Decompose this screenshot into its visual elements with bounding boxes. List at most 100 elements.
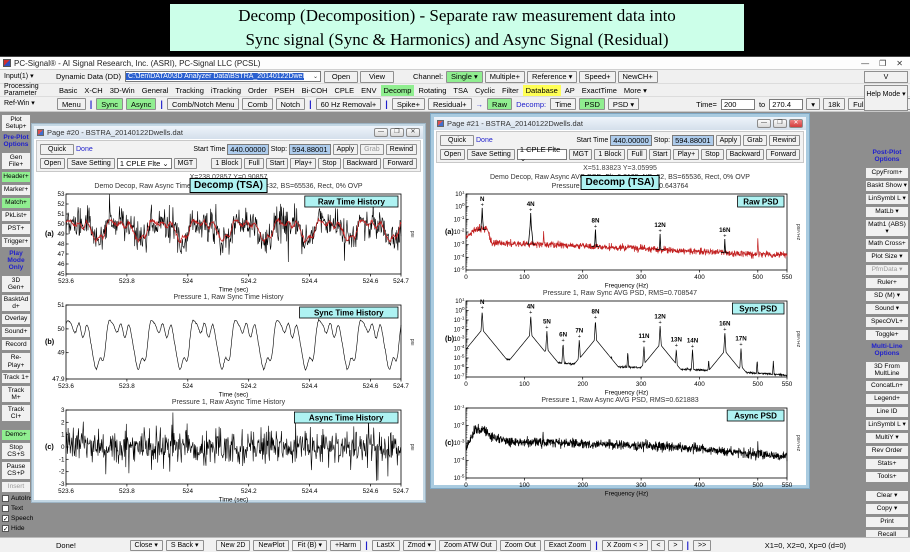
stop-field[interactable]: 594.88001 [672,135,713,146]
tab-more[interactable]: More ▾ [621,85,650,96]
tab-exacttime[interactable]: ExactTime [579,85,620,96]
bottombar-harm-button[interactable]: +Harm [330,540,361,551]
sidebar-insert-button[interactable]: Insert [1,481,31,493]
forward-button[interactable]: Forward [766,149,800,160]
page21-titlebar[interactable]: Page #21 - BSTRA_20140122Dwells.dat — ❐ … [434,117,806,130]
channel-single-button[interactable]: Single ▾ [446,71,483,83]
tab-decomp[interactable]: Decomp [381,85,415,96]
data-file-combo[interactable]: C:\Jen\DATA0\3D Analyzer Data\BSTRA_2014… [125,71,321,82]
refwin-comb-button[interactable]: Comb [242,98,272,110]
tab-rotating[interactable]: Rotating [415,85,449,96]
postplot-tools-button[interactable]: Tools+ [865,471,909,483]
sidebar-sound-button[interactable]: Sound+ [1,326,31,338]
chevron-down-icon[interactable]: ⌄ [311,73,320,80]
minimize-button[interactable]: — [861,59,869,68]
page21-close-button[interactable]: ✕ [789,119,803,128]
bottombar-newplot-button[interactable]: NewPlot [253,540,289,551]
postplot-cpyfrom-button[interactable]: CpyFrom+ [865,167,909,179]
plot-sync-psd[interactable]: 0100200300400500550Frequency (Hz)10-710-… [438,298,806,396]
tab-cple[interactable]: CPLE [331,85,357,96]
start-time-field[interactable]: 440.00000 [610,135,651,146]
postplot-clear-button[interactable]: Clear ▾ [865,490,909,502]
stop-button[interactable]: Stop [318,158,340,169]
sidebar-record-button[interactable]: Record [1,339,31,351]
tab-tracking[interactable]: Tracking [172,85,206,96]
sidebar-gen-file-button[interactable]: Gen File+ [1,152,31,170]
sidebar-match-button[interactable]: Match+ [1,197,31,209]
full-button[interactable]: Full [244,158,263,169]
page20-titlebar[interactable]: Page #20 - BSTRA_20140122Dwells.dat — ❐ … [34,126,423,139]
open-button[interactable]: Open [40,158,65,169]
bottombar-zoom-out-button[interactable]: Zoom Out [500,540,541,551]
postplot-ruler-button[interactable]: Ruler+ [865,277,909,289]
postplot-3d-from-multline-button[interactable]: 3D From MultLine [865,361,909,379]
bottombar-zmod-button[interactable]: Zmod ▾ [403,540,436,551]
page21-maximize-button[interactable]: ❐ [773,119,787,128]
refwin-comb-notch-menu-button[interactable]: Comb/Notch Menu [167,98,240,110]
tab-pseh[interactable]: PSEH [271,85,297,96]
page20-close-button[interactable]: ✕ [406,128,420,137]
save-setting-button[interactable]: Save Setting [67,158,115,169]
sidebar-header-button[interactable]: Header+ [1,171,31,183]
sidebar-track-1-button[interactable]: Track 1+ [1,372,31,384]
refwin-time-button[interactable]: Time [550,98,576,110]
postplot-stats-button[interactable]: Stats+ [865,458,909,470]
tab-general[interactable]: General [139,85,172,96]
checkbox-icon[interactable] [2,495,9,502]
refwin--button[interactable]: ▾ [806,98,820,110]
plot-sync-time-history[interactable]: 523.6523.8524524.2524.4524.6524.7Time (s… [38,302,423,398]
refwin-input-200[interactable]: 200 [721,99,755,110]
sidebar-overlay-button[interactable]: Overlay [1,313,31,325]
refwin-60-hz-removal-button[interactable]: 60 Hz Removal+ [316,98,382,110]
page20-maximize-button[interactable]: ❐ [390,128,404,137]
page20-minimize-button[interactable]: — [374,128,388,137]
refwin-residual-button[interactable]: Residual+ [428,98,472,110]
plot-raw-psd[interactable]: 0100200300400500550Frequency (Hz)10-510-… [438,191,806,289]
filter-select[interactable]: 1 CPLE Flte ⌄ [117,158,172,169]
mgt-button[interactable]: MGT [174,158,198,169]
help-mode-button[interactable]: Help Mode ▾ [864,85,908,111]
apply-button[interactable]: Apply [333,144,359,155]
plot-async-time-history[interactable]: 523.6523.8524524.2524.4524.6524.7Time (s… [38,407,423,503]
play-button[interactable]: Play+ [673,149,699,160]
sidebar-marker-button[interactable]: Marker+ [1,184,31,196]
channel-reference-button[interactable]: Reference ▾ [527,71,577,83]
postplot-toggle-button[interactable]: Toggle+ [865,329,909,341]
bottombar--button[interactable]: < [651,540,665,551]
tab-x-ch[interactable]: X-CH [81,85,105,96]
refwin-psd-button[interactable]: PSD ▾ [608,98,639,110]
refwin-input-270-4[interactable]: 270.4 [769,99,803,110]
refwin-raw-button[interactable]: Raw [487,98,512,110]
postplot-sd-m-button[interactable]: SD (M) ▾ [865,290,909,302]
sidebar-checkbox-hide[interactable]: ✓Hide [1,524,31,533]
postplot-pfmdata-button[interactable]: PfmData ▾ [865,264,909,276]
mgt-button[interactable]: MGT [569,149,593,160]
refwin-menu-button[interactable]: Menu [57,98,86,110]
refwin-sync-button[interactable]: Sync [96,98,123,110]
postplot-copy-button[interactable]: Copy ▾ [865,503,909,515]
channel-speed-button[interactable]: Speed+ [579,71,615,83]
refwin-selector[interactable]: Ref-Win ▾ [2,100,56,107]
page21-minimize-button[interactable]: — [757,119,771,128]
sidebar-re-play-button[interactable]: Re-Play+ [1,352,31,370]
open-button[interactable]: Open [324,71,358,83]
forward-button[interactable]: Forward [383,158,417,169]
postplot-rev-order-button[interactable]: Rev Order [865,445,909,457]
tab-filter[interactable]: Filter [499,85,522,96]
bottombar--button[interactable]: > [668,540,682,551]
maximize-button[interactable]: ❐ [879,59,886,68]
refwin-spike-button[interactable]: Spike+ [392,98,425,110]
postplot-specovl-button[interactable]: SpecOVL+ [865,316,909,328]
tab-tsa[interactable]: TSA [450,85,471,96]
tab-database[interactable]: Database [523,85,561,96]
postplot-sound-button[interactable]: Sound ▾ [865,303,909,315]
open-button[interactable]: Open [440,149,465,160]
tab-order[interactable]: Order [245,85,270,96]
rewind-button[interactable]: Rewind [386,144,417,155]
refwin-async-button[interactable]: Async [126,98,156,110]
tab-ap[interactable]: AP [562,85,578,96]
sidebar-pst-button[interactable]: PST+ [1,223,31,235]
save-setting-button[interactable]: Save Setting [467,149,515,160]
one-block-button[interactable]: 1 Block [211,158,242,169]
stop-field[interactable]: 594.88001 [289,144,330,155]
